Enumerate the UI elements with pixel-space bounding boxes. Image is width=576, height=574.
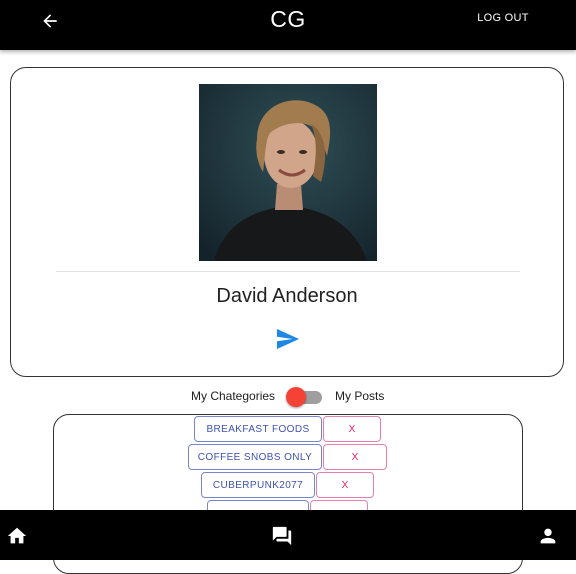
switch-thumb <box>286 387 306 407</box>
nav-chat-button[interactable] <box>269 523 295 549</box>
list-item: CUBERPUNK2077 X <box>201 472 374 498</box>
my-posts-label: My Posts <box>335 389 385 403</box>
bottom-nav-bar <box>0 510 576 560</box>
profile-photo <box>199 84 377 261</box>
top-app-bar: CG LOG OUT <box>0 0 576 50</box>
list-item: BREAKFAST FOODS X <box>194 416 381 442</box>
category-chip[interactable]: COFFEE SNOBS ONLY <box>188 444 322 470</box>
chat-icon <box>272 526 292 546</box>
nav-home-button[interactable] <box>4 523 30 549</box>
category-chip[interactable]: BREAKFAST FOODS <box>194 416 322 442</box>
view-toggle-switch[interactable] <box>286 386 324 408</box>
send-icon <box>277 329 299 349</box>
remove-category-button[interactable]: X <box>323 416 381 442</box>
profile-card: David Anderson <box>10 67 564 377</box>
category-chip[interactable]: CUBERPUNK2077 <box>201 472 315 498</box>
profile-divider <box>56 271 520 272</box>
remove-category-button[interactable]: X <box>323 444 387 470</box>
logout-button[interactable]: LOG OUT <box>470 12 536 28</box>
nav-profile-button[interactable] <box>535 523 561 549</box>
list-item: COFFEE SNOBS ONLY X <box>188 444 387 470</box>
view-toggle-row: My Chategories My Posts <box>0 386 576 408</box>
remove-category-button[interactable]: X <box>316 472 374 498</box>
send-message-button[interactable] <box>275 327 301 351</box>
profile-name: David Anderson <box>216 285 358 307</box>
home-icon <box>7 527 27 544</box>
my-categories-label: My Chategories <box>191 389 276 403</box>
person-icon <box>540 528 556 544</box>
